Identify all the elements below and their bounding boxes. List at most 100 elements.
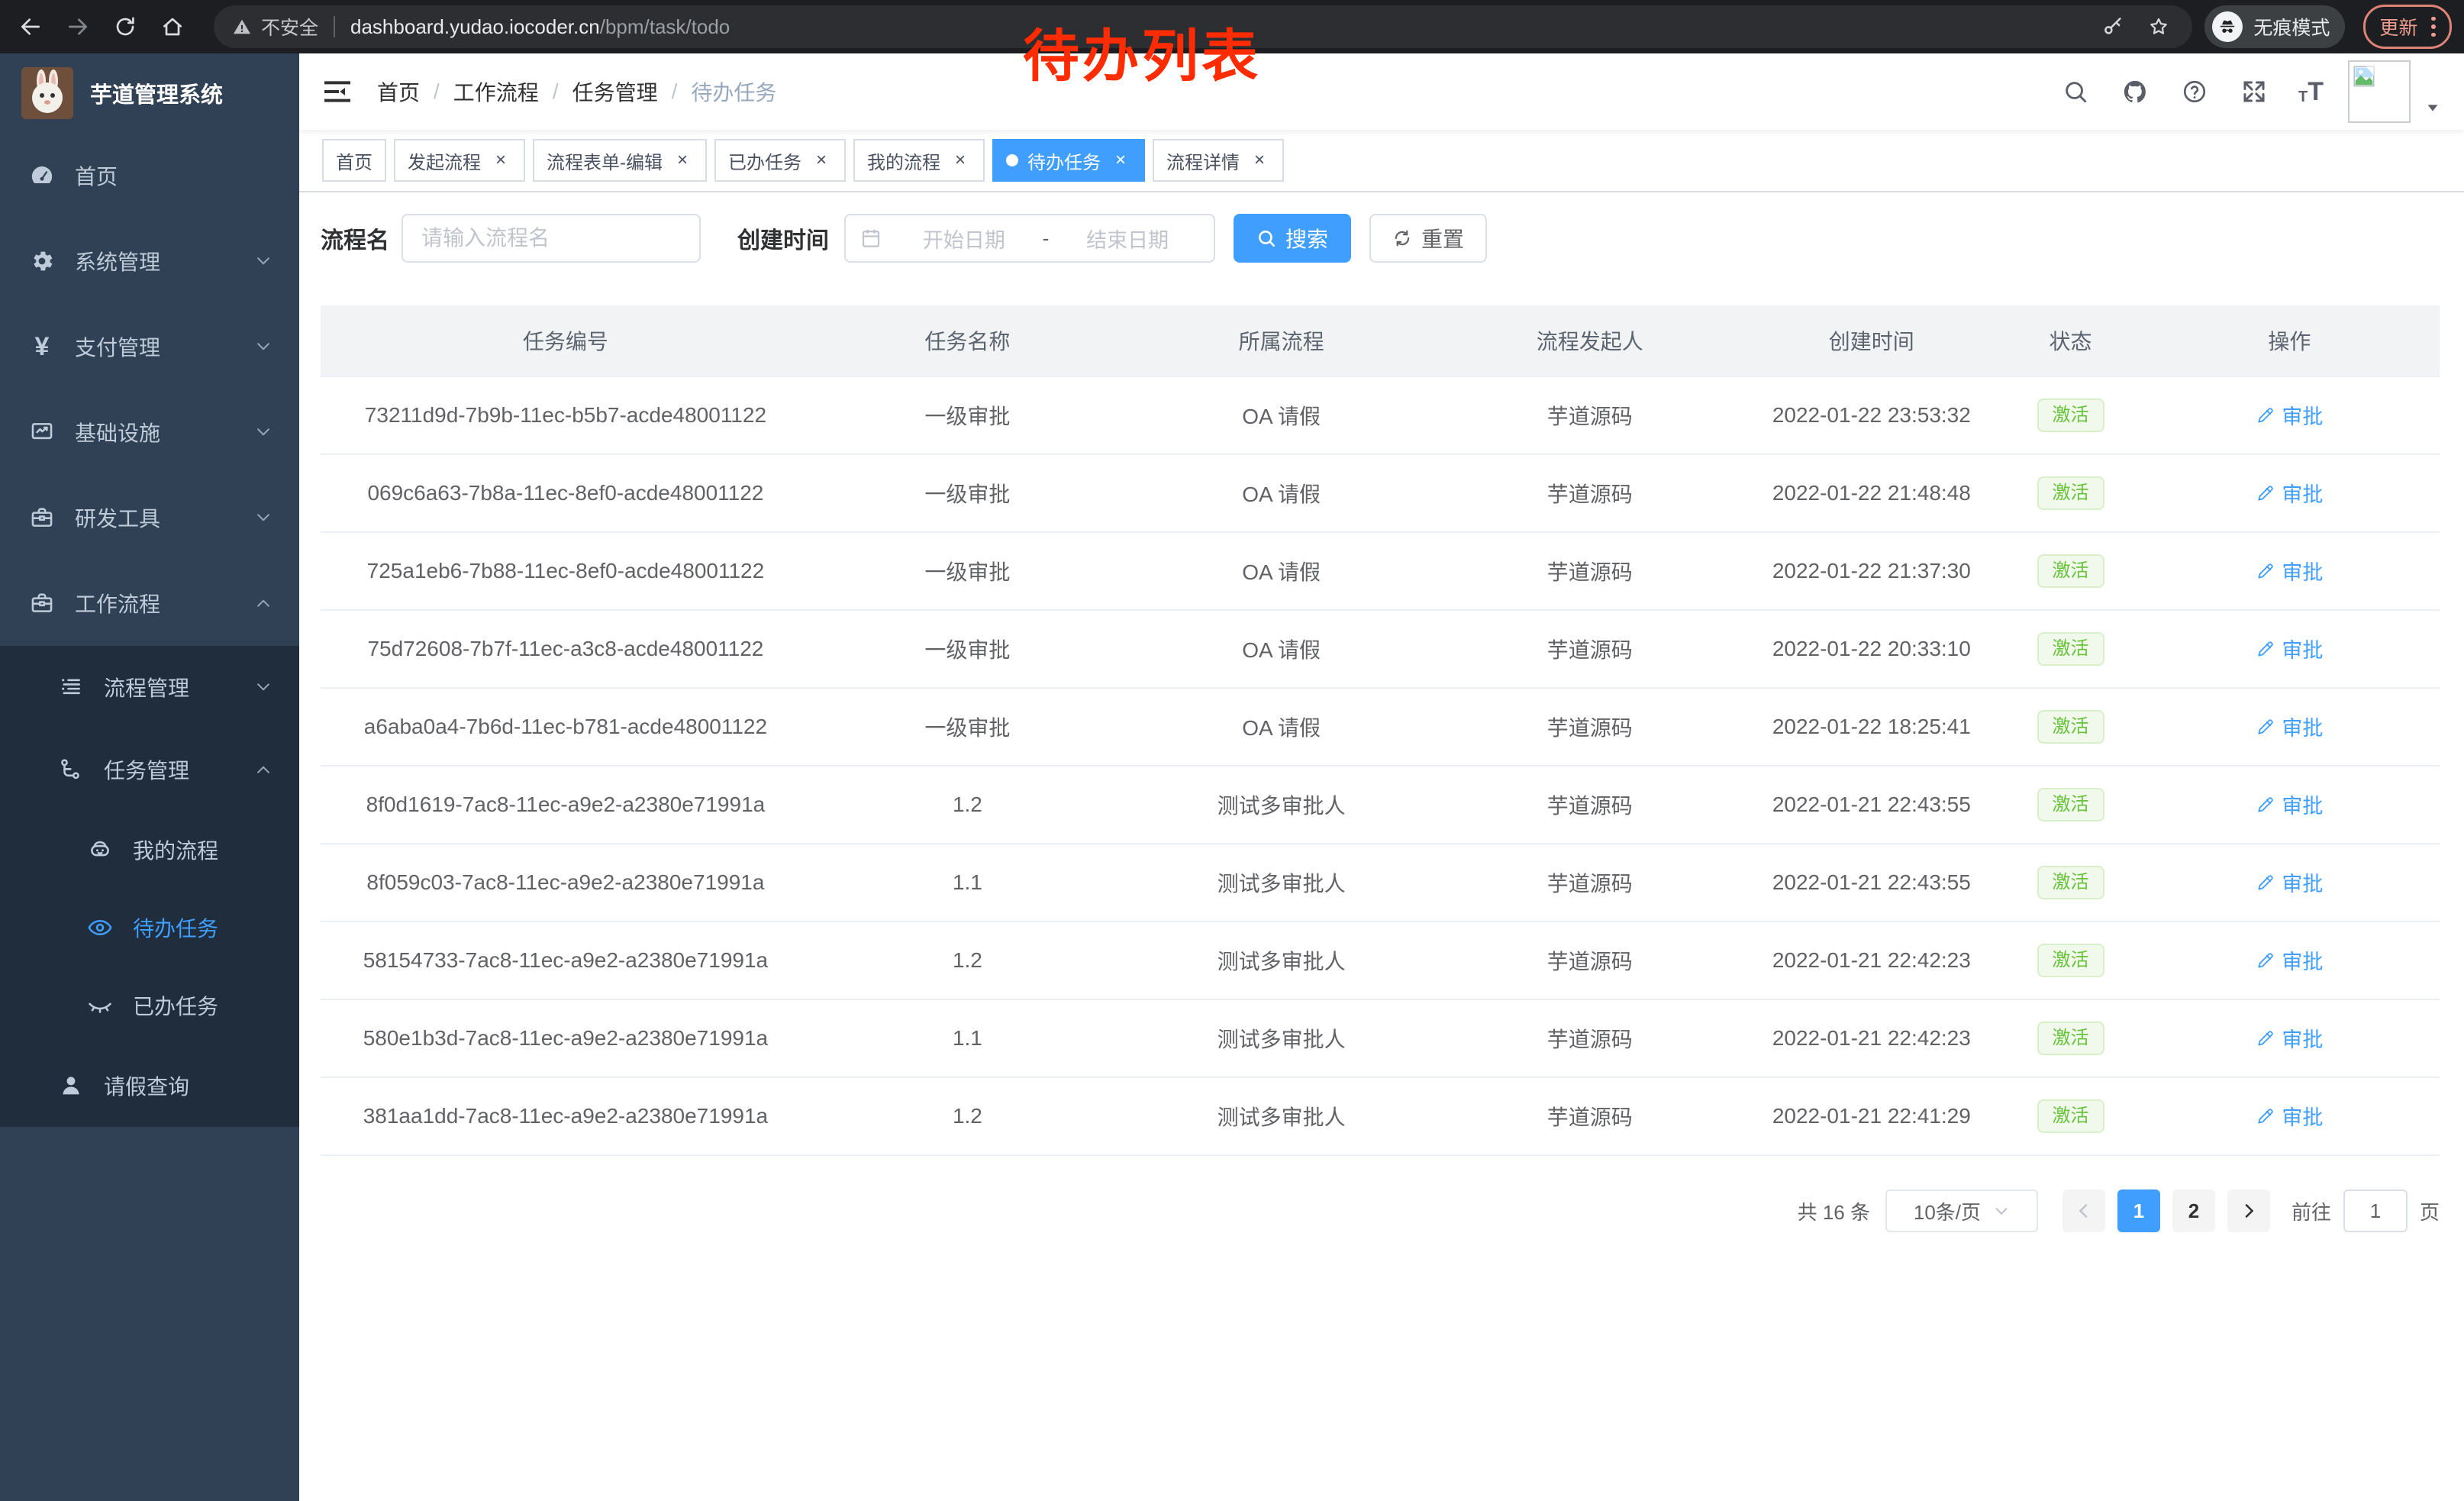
approve-link[interactable]: 审批	[2256, 712, 2323, 741]
prev-page-button[interactable]	[2062, 1190, 2105, 1232]
process-name-input[interactable]	[402, 214, 701, 263]
close-icon[interactable]: ×	[1249, 150, 1270, 171]
caret-down-icon[interactable]	[2424, 94, 2441, 111]
fullscreen-icon[interactable]	[2239, 76, 2269, 107]
github-icon[interactable]	[2120, 76, 2150, 107]
tab-首页[interactable]: 首页	[322, 139, 386, 182]
menu-fold-icon[interactable]	[322, 76, 353, 107]
sidebar-item-label: 流程管理	[104, 672, 189, 702]
sidebar-item-工作流程[interactable]: 工作流程	[0, 560, 299, 646]
tab-label: 已办任务	[728, 147, 801, 174]
approve-link[interactable]: 审批	[2256, 789, 2323, 819]
approve-link[interactable]: 审批	[2256, 634, 2323, 663]
next-page-button[interactable]	[2227, 1190, 2270, 1232]
end-date-placeholder[interactable]: 结束日期	[1055, 224, 1200, 253]
update-button[interactable]: 更新	[2363, 5, 2452, 49]
status-cell: 激活	[2001, 922, 2140, 999]
sidebar-item-首页[interactable]: 首页	[0, 133, 299, 218]
task-name-cell: 一级审批	[811, 532, 1124, 610]
search-icon[interactable]	[2060, 76, 2091, 107]
sidebar-item-待办任务[interactable]: 待办任务	[0, 889, 299, 967]
sidebar-item-支付管理[interactable]: ¥支付管理	[0, 304, 299, 389]
table-row: 8f059c03-7ac8-11ec-a9e2-a2380e71991a1.1测…	[321, 844, 2440, 922]
back-icon[interactable]	[12, 8, 49, 45]
chevron-left-icon	[2075, 1202, 2093, 1220]
sidebar-item-任务管理[interactable]: 任务管理	[0, 728, 299, 811]
start-date-placeholder[interactable]: 开始日期	[892, 224, 1037, 253]
action-cell: 审批	[2140, 454, 2440, 532]
task-name-cell: 一级审批	[811, 454, 1124, 532]
task-id-cell: 73211d9d-7b9b-11ec-b5b7-acde48001122	[321, 376, 811, 454]
sidebar-item-已办任务[interactable]: 已办任务	[0, 967, 299, 1044]
approve-link[interactable]: 审批	[2256, 867, 2323, 897]
logo-rabbit-image	[21, 67, 73, 119]
user-icon	[58, 1073, 84, 1099]
starter-cell: 芋道源码	[1438, 376, 1741, 454]
created-time-cell: 2022-01-21 22:43:55	[1741, 766, 2001, 844]
tab-发起流程[interactable]: 发起流程×	[394, 139, 525, 182]
home-icon[interactable]	[154, 8, 191, 45]
close-icon[interactable]: ×	[672, 150, 693, 171]
close-icon[interactable]: ×	[950, 150, 971, 171]
column-header-任务名称: 任务名称	[811, 305, 1124, 376]
close-icon[interactable]: ×	[811, 150, 832, 171]
task-name-cell: 一级审批	[811, 688, 1124, 766]
sidebar-item-我的流程[interactable]: 我的流程	[0, 811, 299, 889]
sidebar-item-流程管理[interactable]: 流程管理	[0, 646, 299, 728]
page-size-select[interactable]: 10条/页	[1885, 1190, 2038, 1232]
question-icon[interactable]	[2179, 76, 2210, 107]
robot-icon	[87, 837, 113, 863]
approve-link[interactable]: 审批	[2256, 1023, 2323, 1053]
close-icon[interactable]: ×	[1110, 150, 1131, 171]
tab-待办任务[interactable]: 待办任务×	[992, 139, 1145, 182]
starter-cell: 芋道源码	[1438, 844, 1741, 922]
key-icon[interactable]	[2098, 11, 2128, 42]
tab-我的流程[interactable]: 我的流程×	[853, 139, 985, 182]
chevron-down-icon	[255, 424, 272, 441]
chevron-down-icon	[255, 509, 272, 526]
tab-流程表单-编辑[interactable]: 流程表单-编辑×	[533, 139, 707, 182]
reset-button[interactable]: 重置	[1369, 214, 1487, 263]
breadcrumb-item-工作流程[interactable]: 工作流程	[453, 76, 539, 107]
star-icon[interactable]	[2143, 11, 2174, 42]
created-time-cell: 2022-01-22 23:53:32	[1741, 376, 2001, 454]
forward-icon[interactable]	[60, 8, 96, 45]
sidebar-item-系统管理[interactable]: 系统管理	[0, 218, 299, 304]
tab-label: 首页	[336, 147, 373, 174]
sidebar-item-研发工具[interactable]: 研发工具	[0, 475, 299, 560]
approve-link[interactable]: 审批	[2256, 556, 2323, 586]
font-size-icon[interactable]: TT	[2298, 79, 2324, 105]
task-name-cell: 一级审批	[811, 610, 1124, 688]
sidebar-item-基础设施[interactable]: 基础设施	[0, 389, 299, 475]
breadcrumb-item-任务管理[interactable]: 任务管理	[572, 76, 658, 107]
status-cell: 激活	[2001, 1077, 2140, 1155]
page-button-2[interactable]: 2	[2172, 1190, 2215, 1232]
approve-link[interactable]: 审批	[2256, 400, 2323, 430]
page-button-1[interactable]: 1	[2117, 1190, 2160, 1232]
tab-已办任务[interactable]: 已办任务 ×	[714, 139, 846, 182]
tab-流程详情[interactable]: 流程详情×	[1153, 139, 1284, 182]
status-badge: 激活	[2037, 944, 2104, 977]
approve-link[interactable]: 审批	[2256, 945, 2323, 975]
app-logo[interactable]: 芋道管理系统	[0, 53, 299, 133]
task-name-cell: 1.1	[811, 844, 1124, 922]
sidebar-item-请假查询[interactable]: 请假查询	[0, 1044, 299, 1127]
avatar[interactable]	[2348, 60, 2411, 123]
reload-icon[interactable]	[107, 8, 144, 45]
breadcrumb-item-首页[interactable]: 首页	[377, 76, 420, 107]
sidebar-item-label: 待办任务	[133, 912, 218, 943]
security-label: 不安全	[261, 13, 318, 40]
date-range-picker[interactable]: 开始日期 - 结束日期	[844, 214, 1215, 263]
close-icon[interactable]: ×	[490, 150, 511, 171]
column-header-流程发起人: 流程发起人	[1438, 305, 1741, 376]
kebab-menu-icon[interactable]	[2431, 17, 2436, 37]
status-badge: 激活	[2037, 554, 2104, 588]
status-badge: 激活	[2037, 866, 2104, 899]
goto-page-input[interactable]	[2343, 1190, 2408, 1232]
approve-link[interactable]: 审批	[2256, 1101, 2323, 1131]
table-row: 725a1eb6-7b88-11ec-8ef0-acde48001122一级审批…	[321, 532, 2440, 610]
approve-link[interactable]: 审批	[2256, 478, 2323, 508]
goto-label: 前往	[2291, 1197, 2331, 1225]
search-button[interactable]: 搜索	[1234, 214, 1351, 263]
calendar-icon	[859, 227, 882, 250]
